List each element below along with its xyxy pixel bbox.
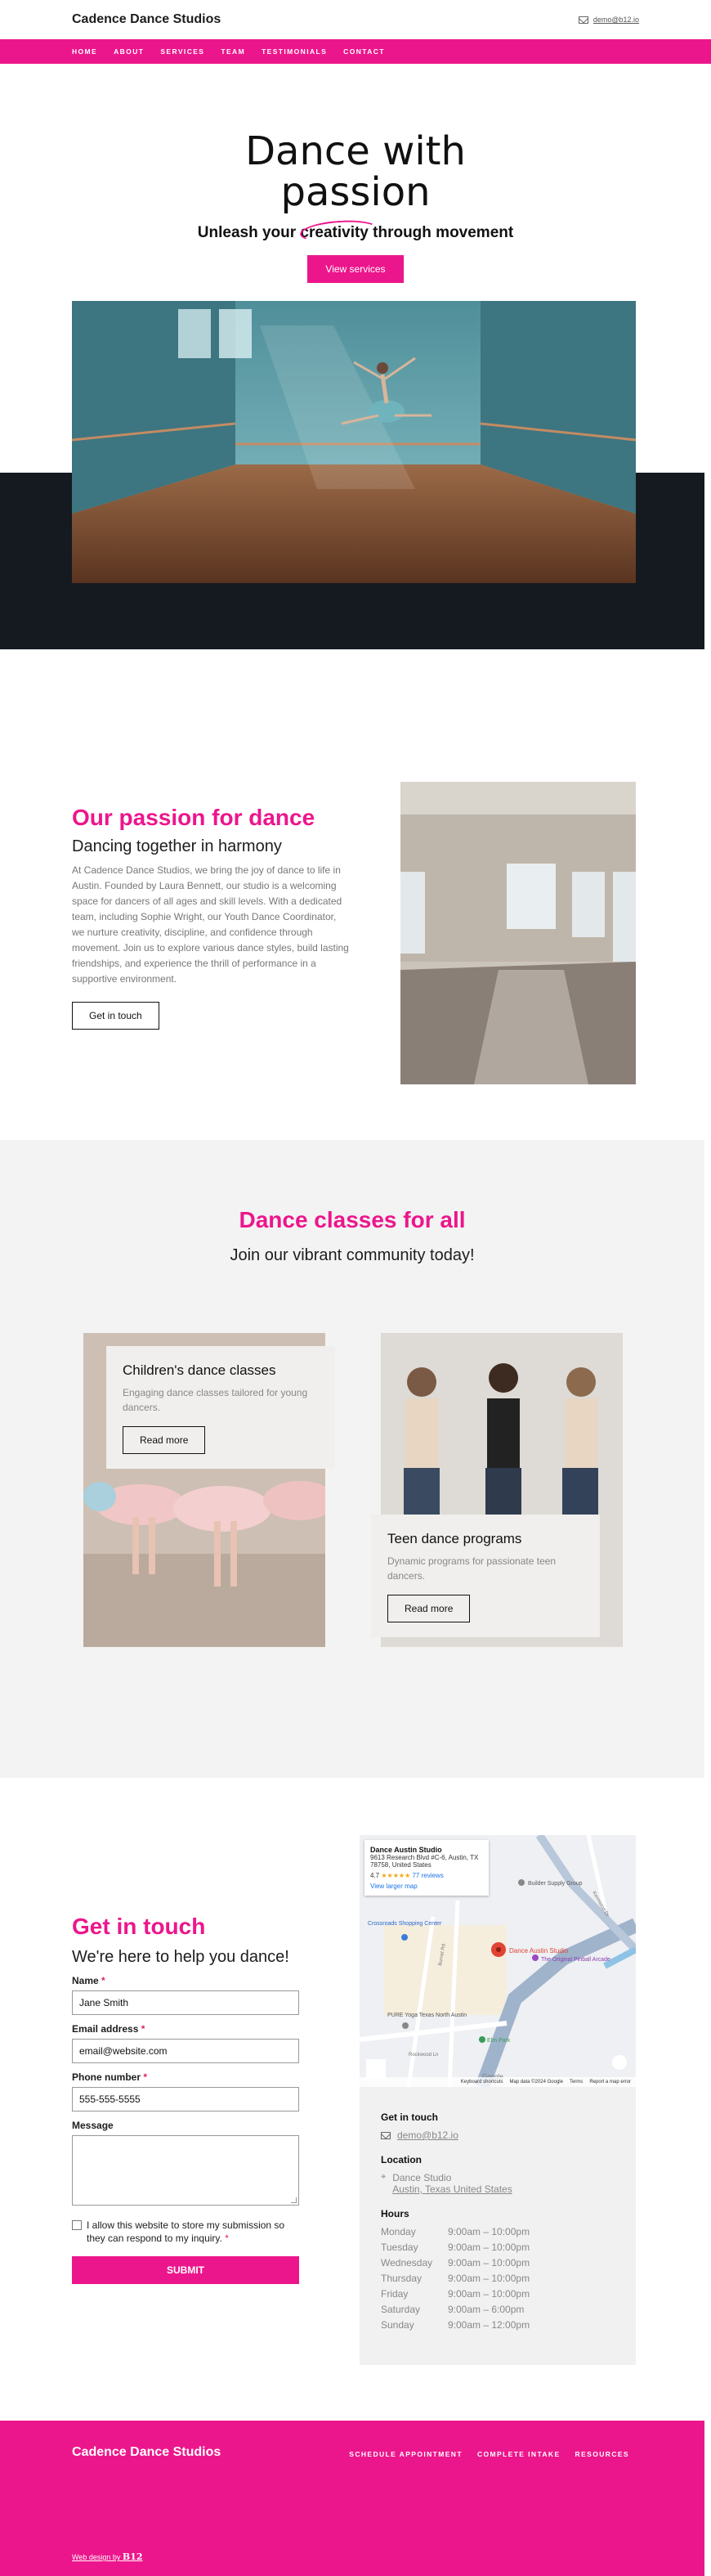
about-title: Our passion for dance: [72, 805, 315, 830]
about-body: At Cadence Dance Studios, we bring the j…: [72, 864, 349, 985]
view-larger-map-link[interactable]: View larger map: [370, 1883, 483, 1890]
about-section: Our passion for dance Dancing together i…: [0, 715, 711, 1140]
svg-text:PURE Yoga Texas North Austin: PURE Yoga Texas North Austin: [387, 2013, 467, 2018]
main-nav: HOME ABOUT SERVICES TEAM TESTIMONIALS CO…: [0, 39, 711, 65]
hours-row: Wednesday 9:00am – 10:00pm: [381, 2257, 530, 2269]
embedded-map[interactable]: Dance Austin Studio Builder Supply Group…: [360, 1835, 636, 2087]
envelope-icon: [578, 16, 588, 24]
site-footer: Cadence Dance Studios SCHEDULE APPOINTME…: [0, 2421, 704, 2576]
map-rating: 4.7 ★★★★★ 77 reviews: [370, 1872, 444, 1879]
view-services-button[interactable]: View services: [307, 255, 404, 283]
svg-text:Elm Park: Elm Park: [487, 2038, 511, 2044]
nav-testimonials[interactable]: TESTIMONIALS: [262, 44, 327, 59]
card-title: Teen dance programs: [387, 1531, 522, 1546]
hours-row: Sunday 9:00am – 12:00pm: [381, 2319, 530, 2331]
map-pin-icon: ⌖: [381, 2172, 387, 2182]
site-brand[interactable]: Cadence Dance Studios: [72, 12, 221, 27]
footer-link-intake[interactable]: COMPLETE INTAKE: [477, 2450, 561, 2458]
hours-row: Thursday 9:00am – 10:00pm: [381, 2273, 530, 2284]
map-footer: Keyboard shortcuts Map data ©2024 Google…: [360, 2077, 636, 2087]
info-location-row: ⌖ Dance Studio Austin, Texas United State…: [381, 2172, 512, 2195]
info-location-heading: Location: [381, 2154, 422, 2165]
nav-about[interactable]: ABOUT: [114, 44, 144, 59]
phone-input[interactable]: 555-555-5555: [72, 2087, 299, 2112]
consent-checkbox-row[interactable]: I allow this website to store my submiss…: [72, 2219, 299, 2245]
studio-room-image: [400, 782, 636, 1084]
teen-class-card: Teen dance programs Dynamic programs for…: [371, 1515, 600, 1637]
svg-text:The Original Pinball Arcade: The Original Pinball Arcade: [541, 1957, 610, 1963]
info-email-row[interactable]: demo@b12.io: [381, 2129, 619, 2141]
consent-checkbox[interactable]: [72, 2220, 82, 2230]
footer-link-resources[interactable]: RESOURCES: [575, 2450, 629, 2458]
svg-text:Builder Supply Group: Builder Supply Group: [528, 1881, 583, 1887]
hero-dancer-image: [72, 301, 636, 583]
footer-link-schedule[interactable]: SCHEDULE APPOINTMENT: [349, 2450, 463, 2458]
info-hours-heading: Hours: [381, 2208, 409, 2219]
b12-logo: B12: [122, 2551, 143, 2562]
hero-title: Dance with passion: [245, 128, 466, 215]
map-place-name: Dance Austin Studio: [370, 1846, 442, 1854]
hero-subtitle: Unleash your creativity through movement: [198, 218, 513, 245]
contact-info: Get in touch demo@b12.io Location ⌖ Danc…: [381, 2112, 619, 2333]
site-header: Cadence Dance Studios demo@b12.io: [0, 0, 711, 39]
contact-info-panel: Dance Austin Studio Builder Supply Group…: [360, 1835, 636, 2365]
header-email-link[interactable]: demo@b12.io: [578, 16, 639, 24]
hours-list: Monday 9:00am – 10:00pm Tuesday 9:00am – 1…: [381, 2224, 619, 2333]
email-label: Email address *: [72, 2023, 145, 2035]
message-label: Message: [72, 2120, 114, 2131]
map-place-address: 9613 Research Blvd #C-6, Austin, TX 7875…: [370, 1854, 479, 1869]
get-in-touch-button[interactable]: Get in touch: [72, 1002, 159, 1030]
footer-brand[interactable]: Cadence Dance Studios: [72, 2445, 221, 2460]
name-input[interactable]: Jane Smith: [72, 1990, 299, 2015]
header-email[interactable]: demo@b12.io: [593, 16, 639, 24]
name-label: Name *: [72, 1975, 105, 1986]
phone-label: Phone number *: [72, 2071, 148, 2083]
classes-section: Dance classes for all Join our vibrant c…: [0, 1140, 704, 1778]
contact-form: Get in touch We're here to help you danc…: [72, 1914, 299, 2284]
map-place-card: Dance Austin Studio 9613 Research Blvd #…: [364, 1840, 489, 1896]
hours-row: Saturday 9:00am – 6:00pm: [381, 2304, 525, 2315]
consent-text: I allow this website to store my submiss…: [87, 2219, 285, 2244]
svg-text:Rockwood Ln: Rockwood Ln: [409, 2053, 438, 2058]
children-class-card: Children's dance classes Engaging dance …: [106, 1346, 335, 1469]
contact-lead: We're here to help you dance!: [72, 1948, 289, 1966]
card-description: Dynamic programs for passionate teen dan…: [387, 1555, 557, 1582]
hero-section: Dance with passion Unleash your creativit…: [0, 64, 711, 715]
read-more-button[interactable]: Read more: [123, 1426, 206, 1454]
nav-team[interactable]: TEAM: [221, 44, 245, 59]
nav-home[interactable]: HOME: [72, 44, 98, 65]
classes-title: Dance classes for all: [239, 1207, 466, 1232]
hours-row: Monday 9:00am – 10:00pm: [381, 2226, 530, 2237]
nav-contact[interactable]: CONTACT: [343, 44, 385, 59]
card-description: Engaging dance classes tailored for youn…: [123, 1387, 308, 1413]
nav-services[interactable]: SERVICES: [160, 44, 204, 59]
submit-button[interactable]: SUBMIT: [72, 2256, 299, 2284]
svg-text:Dance Austin Studio: Dance Austin Studio: [509, 1947, 569, 1954]
footer-links: SCHEDULE APPOINTMENT COMPLETE INTAKE RES…: [349, 2450, 629, 2458]
footer-credit[interactable]: Web design by B12: [72, 2551, 143, 2562]
hours-row: Friday 9:00am – 10:00pm: [381, 2288, 530, 2300]
envelope-icon: [381, 2132, 391, 2139]
contact-section: Get in touch We're here to help you danc…: [0, 1778, 711, 2421]
info-address[interactable]: Austin, Texas United States: [392, 2183, 512, 2195]
contact-title: Get in touch: [72, 1914, 206, 1939]
email-input[interactable]: email@website.com: [72, 2039, 299, 2063]
hours-row: Tuesday 9:00am – 10:00pm: [381, 2242, 530, 2253]
about-subtitle: Dancing together in harmony: [72, 837, 282, 855]
svg-text:Crossroads Shopping Center: Crossroads Shopping Center: [368, 1921, 442, 1927]
card-title: Children's dance classes: [123, 1362, 276, 1378]
info-contact-heading: Get in touch: [381, 2112, 438, 2123]
info-email[interactable]: demo@b12.io: [397, 2129, 458, 2141]
read-more-button[interactable]: Read more: [387, 1595, 471, 1622]
classes-lead: Join our vibrant community today!: [230, 1246, 475, 1264]
message-textarea[interactable]: [72, 2135, 299, 2206]
